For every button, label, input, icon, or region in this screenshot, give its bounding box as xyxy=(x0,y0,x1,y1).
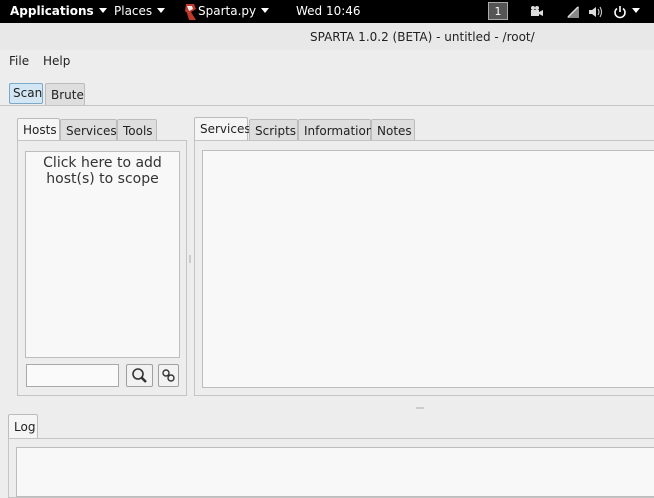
tab-scripts[interactable]: Scripts xyxy=(249,119,298,141)
tab-hosts[interactable]: Hosts xyxy=(17,118,60,140)
tab-tools[interactable]: Tools xyxy=(117,119,157,141)
menubar: File Help xyxy=(0,50,654,74)
network-icon[interactable] xyxy=(566,0,580,23)
menu-help[interactable]: Help xyxy=(43,54,70,68)
tab-services[interactable]: Services xyxy=(194,117,251,140)
app-menu[interactable]: Sparta.py xyxy=(184,0,270,23)
tab-information[interactable]: Information xyxy=(298,119,373,141)
search-button[interactable] xyxy=(126,364,153,387)
window-title: SPARTA 1.0.2 (BETA) - untitled - /root/ xyxy=(310,30,535,44)
menu-file[interactable]: File xyxy=(9,54,29,68)
settings-icon xyxy=(162,369,175,382)
top-panel: Applications Places Sparta.py Wed 10:46 … xyxy=(0,0,654,23)
window-titlebar[interactable]: SPARTA 1.0.2 (BETA) - untitled - /root/ xyxy=(0,23,654,50)
chevron-down-icon xyxy=(632,8,640,13)
chevron-down-icon xyxy=(98,8,107,13)
camera-icon[interactable] xyxy=(530,0,544,23)
add-host-prompt[interactable]: Click here to add host(s) to scope xyxy=(26,155,179,187)
chevron-down-icon xyxy=(261,8,270,13)
tab-log[interactable]: Log xyxy=(8,414,38,438)
places-menu[interactable]: Places xyxy=(114,0,166,23)
add-host-prompt-line1: Click here to add xyxy=(43,155,162,171)
filter-button[interactable] xyxy=(158,364,179,387)
horizontal-splitter-handle[interactable] xyxy=(416,407,424,409)
host-search-input[interactable] xyxy=(26,364,119,387)
applications-label: Applications xyxy=(10,4,94,18)
applications-menu[interactable]: Applications xyxy=(10,0,107,23)
places-label: Places xyxy=(114,4,153,18)
hosts-list[interactable]: Click here to add host(s) to scope xyxy=(25,151,180,358)
vertical-splitter-handle[interactable] xyxy=(189,255,191,263)
main-tab-divider xyxy=(0,105,654,106)
clock[interactable]: Wed 10:46 xyxy=(296,0,361,23)
add-host-prompt-line2: host(s) to scope xyxy=(46,171,159,187)
power-icon xyxy=(614,5,626,18)
search-icon xyxy=(132,368,147,383)
workspace-indicator[interactable]: 1 xyxy=(488,2,508,20)
sparta-app-icon xyxy=(185,3,196,20)
tab-services-left[interactable]: Services xyxy=(60,119,117,141)
tab-notes[interactable]: Notes xyxy=(371,119,415,141)
app-menu-label: Sparta.py xyxy=(198,4,257,18)
tab-scan[interactable]: Scan xyxy=(9,83,43,104)
power-menu[interactable] xyxy=(613,0,640,23)
services-table[interactable] xyxy=(202,150,654,388)
tab-brute[interactable]: Brute xyxy=(45,83,85,105)
volume-icon[interactable] xyxy=(588,0,604,23)
chevron-down-icon xyxy=(157,8,166,13)
